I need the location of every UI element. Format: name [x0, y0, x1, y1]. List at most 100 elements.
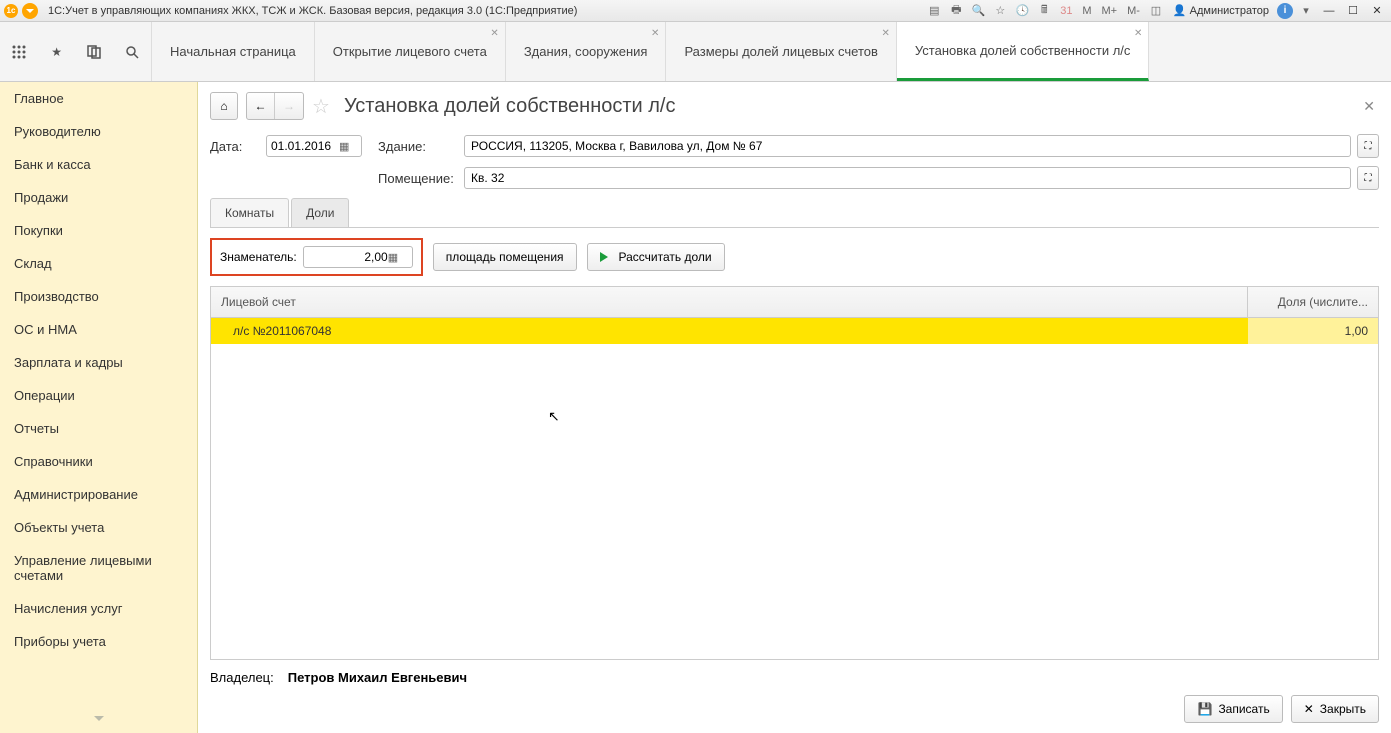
- date-field[interactable]: ▦: [266, 135, 362, 157]
- title-dropdown-icon[interactable]: [22, 3, 38, 19]
- favorite-star-icon[interactable]: ☆: [312, 94, 330, 119]
- tb-icon-1[interactable]: ▤: [925, 3, 943, 19]
- cell-account: л/с №2011067048: [211, 318, 1248, 344]
- sidebar-item-manager[interactable]: Руководителю: [0, 115, 197, 148]
- room-label: Помещение:: [378, 171, 458, 186]
- grid-icon[interactable]: [7, 40, 31, 64]
- star-tool-icon[interactable]: ★: [45, 40, 69, 64]
- table-row[interactable]: л/с №2011067048 1,00: [211, 318, 1378, 344]
- calculate-button[interactable]: Рассчитать доли: [587, 243, 725, 271]
- info-dd-icon[interactable]: ▾: [1297, 3, 1315, 19]
- sidebar-item-purchases[interactable]: Покупки: [0, 214, 197, 247]
- sidebar-item-directories[interactable]: Справочники: [0, 445, 197, 478]
- calc-picker-icon[interactable]: ▦: [388, 251, 398, 264]
- owner-value: Петров Михаил Евгеньевич: [288, 670, 467, 685]
- tab-label: Установка долей собственности л/с: [915, 43, 1131, 58]
- sidebar-item-assets[interactable]: ОС и НМА: [0, 313, 197, 346]
- m-minus-button[interactable]: M-: [1124, 5, 1143, 17]
- save-button[interactable]: 💾Записать: [1184, 695, 1282, 723]
- building-label: Здание:: [378, 139, 458, 154]
- close-label: Закрыть: [1320, 702, 1366, 716]
- cell-share: 1,00: [1248, 318, 1378, 344]
- back-button[interactable]: ←: [247, 93, 275, 119]
- close-icon: ✕: [1304, 702, 1314, 716]
- panel-icon[interactable]: ◫: [1147, 3, 1165, 19]
- m-plus-button[interactable]: M+: [1099, 5, 1121, 17]
- history-icon[interactable]: [82, 40, 106, 64]
- table-body[interactable]: л/с №2011067048 1,00: [211, 318, 1378, 659]
- building-input[interactable]: [471, 139, 1344, 153]
- sidebar-item-warehouse[interactable]: Склад: [0, 247, 197, 280]
- tabs: Начальная страница Открытие лицевого сче…: [152, 22, 1391, 81]
- sidebar-item-objects[interactable]: Объекты учета: [0, 511, 197, 544]
- tab-label: Здания, сооружения: [524, 44, 648, 59]
- m-button[interactable]: M: [1079, 5, 1094, 17]
- tab-close-icon[interactable]: ✕: [490, 28, 498, 39]
- calendar-picker-icon[interactable]: ▦: [339, 140, 349, 153]
- tab-share-sizes[interactable]: Размеры долей лицевых счетов✕: [666, 22, 896, 81]
- clock-icon[interactable]: 🕓: [1013, 3, 1031, 19]
- room-input[interactable]: [471, 171, 1344, 185]
- maximize-button[interactable]: ☐: [1343, 3, 1363, 19]
- calculate-label: Рассчитать доли: [619, 250, 712, 264]
- room-field[interactable]: [464, 167, 1351, 189]
- denominator-field[interactable]: ▦: [303, 246, 413, 268]
- sidebar-item-production[interactable]: Производство: [0, 280, 197, 313]
- sidebar-item-salary[interactable]: Зарплата и кадры: [0, 346, 197, 379]
- subtab-shares[interactable]: Доли: [291, 198, 349, 227]
- tab-buildings[interactable]: Здания, сооружения✕: [506, 22, 667, 81]
- subtab-rooms[interactable]: Комнаты: [210, 198, 289, 227]
- denominator-box: Знаменатель: ▦: [210, 238, 423, 276]
- tab-close-icon[interactable]: ✕: [882, 28, 890, 39]
- close-button[interactable]: ✕ Закрыть: [1291, 695, 1379, 723]
- sidebar-item-accounts-mgmt[interactable]: Управление лицевыми счетами: [0, 544, 197, 592]
- sidebar-item-reports[interactable]: Отчеты: [0, 412, 197, 445]
- tab-close-icon[interactable]: ✕: [651, 28, 659, 39]
- title-bar: 1c 1С:Учет в управляющих компаниях ЖКХ, …: [0, 0, 1391, 22]
- room-expand-button[interactable]: ⛶: [1357, 166, 1379, 190]
- tab-close-icon[interactable]: ✕: [1134, 28, 1142, 39]
- building-field[interactable]: [464, 135, 1351, 157]
- denominator-label: Знаменатель:: [220, 250, 297, 264]
- building-expand-button[interactable]: ⛶: [1357, 134, 1379, 158]
- tab-label: Начальная страница: [170, 44, 296, 59]
- user-badge[interactable]: 👤 Администратор: [1169, 4, 1273, 17]
- sidebar-item-admin[interactable]: Администрирование: [0, 478, 197, 511]
- calc-icon[interactable]: 🖩: [1035, 3, 1053, 19]
- col-share[interactable]: Доля (числите...: [1248, 287, 1378, 317]
- col-account[interactable]: Лицевой счет: [211, 287, 1248, 317]
- footer-buttons: 💾Записать ✕ Закрыть: [210, 695, 1379, 723]
- user-name: Администратор: [1190, 5, 1269, 17]
- tb-icon-3[interactable]: 🔍: [969, 3, 987, 19]
- tab-open-account[interactable]: Открытие лицевого счета✕: [315, 22, 506, 81]
- sidebar-more-icon[interactable]: [0, 711, 197, 733]
- search-icon[interactable]: [120, 40, 144, 64]
- star-icon[interactable]: ☆: [991, 3, 1009, 19]
- page-header: ⌂ ← → ☆ Установка долей собственности л/…: [210, 92, 1379, 120]
- close-window-button[interactable]: ✕: [1367, 3, 1387, 19]
- home-button[interactable]: ⌂: [210, 92, 238, 120]
- sidebar-item-sales[interactable]: Продажи: [0, 181, 197, 214]
- top-bar: ★ Начальная страница Открытие лицевого с…: [0, 22, 1391, 82]
- tab-set-shares[interactable]: Установка долей собственности л/с✕: [897, 22, 1150, 81]
- area-button[interactable]: площадь помещения: [433, 243, 577, 271]
- page-title: Установка долей собственности л/с: [344, 95, 676, 118]
- sidebar-item-main[interactable]: Главное: [0, 82, 197, 115]
- denominator-input[interactable]: [308, 250, 388, 264]
- main-area: ⌂ ← → ☆ Установка долей собственности л/…: [198, 82, 1391, 733]
- minimize-button[interactable]: —: [1319, 3, 1339, 19]
- subtabs: Комнаты Доли: [210, 198, 1379, 228]
- sidebar-item-service-charges[interactable]: Начисления услуг: [0, 592, 197, 625]
- sidebar-item-bank[interactable]: Банк и касса: [0, 148, 197, 181]
- forward-button[interactable]: →: [275, 93, 303, 119]
- table-header: Лицевой счет Доля (числите...: [211, 287, 1378, 318]
- tab-home[interactable]: Начальная страница: [152, 22, 315, 81]
- sidebar-item-meters[interactable]: Приборы учета: [0, 625, 197, 658]
- tb-icon-2[interactable]: 🖶: [947, 3, 965, 19]
- calendar-icon[interactable]: 31: [1057, 3, 1075, 19]
- owner-row: Владелец: Петров Михаил Евгеньевич: [210, 670, 1379, 685]
- sidebar-item-operations[interactable]: Операции: [0, 379, 197, 412]
- date-input[interactable]: [271, 139, 339, 153]
- info-icon[interactable]: i: [1277, 3, 1293, 19]
- page-close-button[interactable]: ✕: [1359, 94, 1379, 119]
